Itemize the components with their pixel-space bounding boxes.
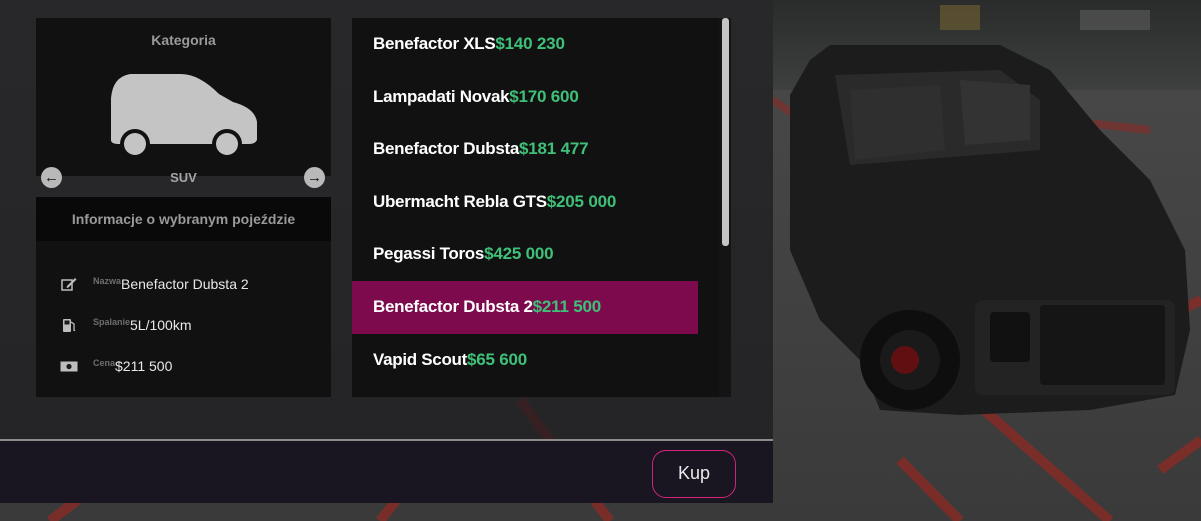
buy-button[interactable]: Kup (652, 450, 736, 498)
vehicle-name: Benefactor Dubsta 2 (373, 296, 533, 316)
vehicle-name: Vapid Scout (373, 349, 467, 369)
vehicle-list: Benefactor XLS$140 230 Lampadati Novak$1… (352, 18, 731, 397)
vehicle-list-item-selected[interactable]: Benefactor Dubsta 2$211 500 (352, 280, 698, 334)
vehicle-list-item[interactable]: Pegassi Toros$425 000 (352, 228, 698, 281)
vehicle-price: $211 500 (532, 296, 602, 316)
vehicle-list-item[interactable]: Vapid Scout$65 600 (352, 334, 698, 387)
category-switcher: SUV ← → (36, 161, 331, 194)
vehicle-name: Lampadati Novak (373, 86, 510, 106)
info-row-consumption: Spalanie 5L/100km (60, 314, 192, 336)
info-row-name: Nazwa Benefactor Dubsta 2 (60, 273, 249, 295)
vehicle-price: $140 230 (495, 34, 565, 53)
fuel-pump-icon (60, 317, 78, 333)
vehicle-list-scrollbar[interactable] (719, 18, 731, 397)
category-box: Kategoria SUV ← → (36, 18, 331, 188)
info-label-consumption: Spalanie (93, 317, 131, 327)
vehicle-price: $181 477 (519, 139, 589, 159)
info-label-name: Nazwa (93, 276, 122, 286)
category-next-button[interactable]: → (304, 167, 325, 188)
vehicle-list-item[interactable]: Ubermacht Rebla GTS$205 000 (352, 176, 698, 229)
arrow-right-icon: → (307, 169, 322, 186)
vehicle-price: $170 600 (509, 86, 579, 106)
footer-bar: Kup (0, 439, 773, 503)
category-title: Kategoria (151, 32, 216, 48)
edit-icon (60, 276, 78, 292)
vehicle-price: $205 000 (546, 191, 617, 211)
vehicle-list-item[interactable]: Benefactor XLS$140 230 (352, 18, 698, 71)
vehicle-shop-panel: Kategoria SUV ← → Informacje o wybranym … (0, 0, 773, 439)
info-row-price: Cena $211 500 (60, 355, 172, 377)
arrow-left-icon: ← (44, 169, 59, 186)
info-value-consumption: 5L/100km (130, 317, 192, 333)
vehicle-list-item[interactable]: Benefactor Dubsta$181 477 (352, 123, 698, 176)
vehicle-info-box: Informacje o wybranym pojeździe Nazwa Be… (36, 197, 331, 397)
category-current: SUV (170, 170, 197, 185)
vehicle-list-item[interactable]: Lampadati Novak$170 600 (352, 71, 698, 124)
info-label-price: Cena (93, 358, 116, 368)
vehicle-price: $425 000 (484, 244, 554, 264)
vehicle-name: Benefactor XLS (373, 34, 496, 53)
vehicle-name: Ubermacht Rebla GTS (373, 191, 547, 211)
category-prev-button[interactable]: ← (41, 167, 62, 188)
vehicle-info-title: Informacje o wybranym pojeździe (36, 197, 331, 241)
money-icon (60, 358, 78, 374)
info-value-name: Benefactor Dubsta 2 (121, 276, 249, 292)
vehicle-name: Benefactor Dubsta (373, 139, 520, 159)
suv-car-icon (111, 74, 257, 159)
vehicle-price: $65 600 (467, 349, 528, 369)
info-value-price: $211 500 (115, 358, 173, 374)
vehicle-name: Pegassi Toros (373, 244, 485, 264)
scrollbar-thumb[interactable] (722, 18, 729, 246)
